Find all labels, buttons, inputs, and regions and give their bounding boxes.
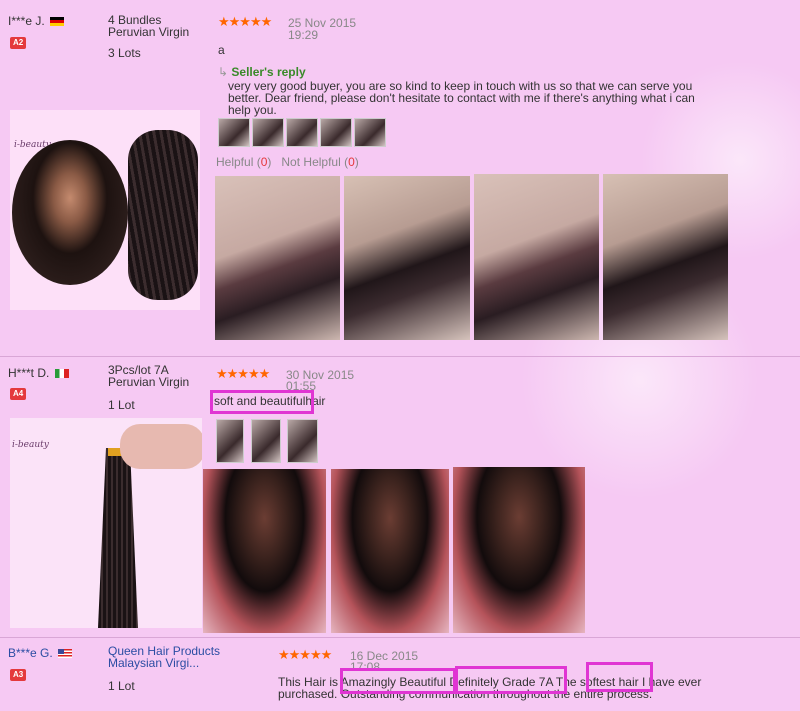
not-helpful-link[interactable]: Not Helpful (0) <box>281 155 358 169</box>
buyer-level-badge: A4 <box>10 388 27 400</box>
rating-stars: ★★★★★ <box>218 14 272 29</box>
review-thumbnail[interactable] <box>354 118 386 147</box>
review-thumbnail[interactable] <box>216 419 244 463</box>
review-thumbnail[interactable] <box>320 118 352 147</box>
product-name[interactable]: 3Pcs/lot 7A Peruvian Virgin <box>108 364 203 388</box>
buyer-level-badge: A2 <box>10 37 27 49</box>
hand-image <box>120 424 202 469</box>
review-divider <box>0 356 800 357</box>
usa-flag-icon <box>58 649 73 659</box>
product-name[interactable]: Queen Hair Products Malaysian Virgi... <box>108 645 228 669</box>
buyer-level-badge: A3 <box>10 669 27 681</box>
hair-bundles-image <box>128 130 198 300</box>
buyer-name[interactable]: B***e G. <box>8 646 73 660</box>
buyer-name[interactable]: I***e J. <box>8 14 65 28</box>
review-photo[interactable] <box>215 176 340 340</box>
review-thumbnail[interactable] <box>218 118 250 147</box>
seller-reply-text: very very good buyer, you are so kind to… <box>228 79 695 117</box>
helpful-link[interactable]: Helpful (0) <box>216 155 271 169</box>
review-photo[interactable] <box>453 467 585 633</box>
lots-count: 3 Lots <box>108 46 141 60</box>
rating-stars: ★★★★★ <box>278 647 332 662</box>
brand-logo: i-beauty <box>12 440 49 450</box>
model-photo <box>12 140 128 285</box>
lots-count: 1 Lot <box>108 398 135 412</box>
review-photo[interactable] <box>203 469 326 633</box>
review-thumbnail[interactable] <box>286 118 318 147</box>
review-time: 19:29 <box>288 28 319 42</box>
highlight-box <box>586 662 653 692</box>
highlight-box <box>455 666 567 694</box>
product-image[interactable]: i-beauty <box>10 418 202 628</box>
review-photo[interactable] <box>603 174 728 340</box>
review-photo[interactable] <box>344 176 470 340</box>
review-photo[interactable] <box>331 469 449 633</box>
germany-flag-icon <box>50 17 65 27</box>
review-thumbnail[interactable] <box>287 419 318 463</box>
seller-reply-heading: ↳ Seller's reply <box>218 65 306 79</box>
review-photo[interactable] <box>474 174 599 340</box>
review-text: a <box>218 43 225 57</box>
highlight-box <box>210 390 314 414</box>
hair-bundle-image <box>98 448 138 628</box>
review-divider <box>0 637 800 638</box>
reply-arrow-icon: ↳ <box>218 65 232 79</box>
buyer-name[interactable]: H***t D. <box>8 366 69 380</box>
helpful-votes: Helpful (0) Not Helpful (0) <box>216 155 359 169</box>
rating-stars: ★★★★★ <box>216 366 270 381</box>
review-thumbnail[interactable] <box>251 419 281 463</box>
product-image[interactable]: i-beauty <box>10 110 200 310</box>
italy-flag-icon <box>54 369 69 379</box>
review-thumbnail[interactable] <box>252 118 284 147</box>
lots-count: 1 Lot <box>108 679 135 693</box>
product-name[interactable]: 4 Bundles Peruvian Virgin <box>108 14 203 38</box>
highlight-box <box>340 668 456 694</box>
